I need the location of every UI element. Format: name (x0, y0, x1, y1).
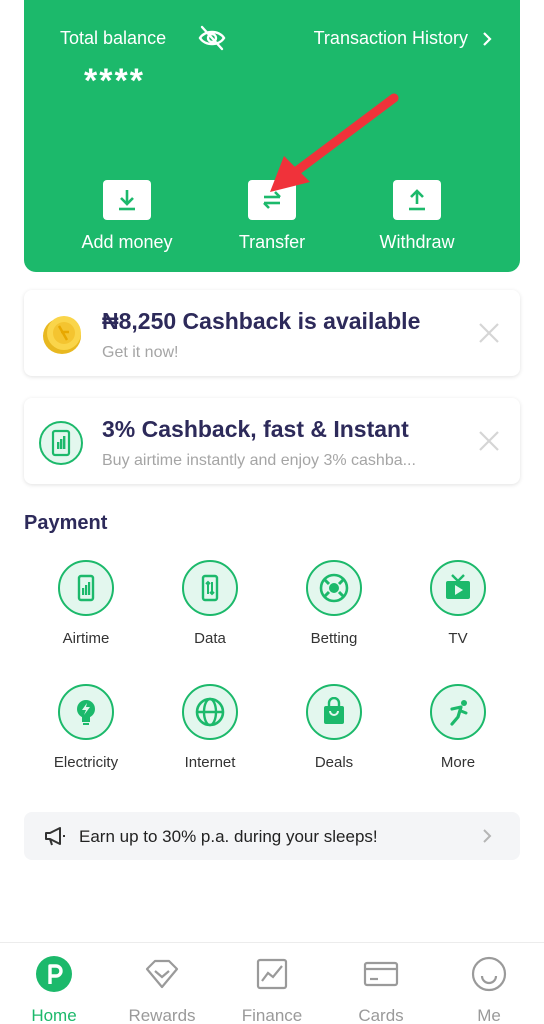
payment-item-label: Electricity (53, 754, 119, 771)
earn-interest-banner[interactable]: Earn up to 30% p.a. during your sleeps! (24, 812, 520, 860)
payment-item-label: Data (194, 630, 226, 647)
more-icon (430, 684, 486, 740)
globe-icon (182, 684, 238, 740)
withdraw-label: Withdraw (379, 232, 455, 252)
bag-icon (306, 684, 362, 740)
nav-label: Home (31, 1006, 77, 1024)
transaction-history-label: Transaction History (313, 28, 468, 48)
finance-icon (256, 958, 288, 990)
transaction-history-link[interactable]: Transaction History (314, 28, 492, 49)
ball-icon (306, 560, 362, 616)
payment-item-label: Airtime (62, 630, 110, 647)
home-icon (36, 956, 72, 992)
promo-title: ₦8,250 Cashback is available (102, 308, 421, 334)
add-money-button[interactable]: Add money (57, 180, 197, 253)
earn-banner-text: Earn up to 30% p.a. during your sleeps! (79, 827, 378, 846)
chevron-right-icon (483, 829, 492, 843)
upload-icon (393, 180, 441, 220)
bulb-icon (58, 684, 114, 740)
withdraw-button[interactable]: Withdraw (347, 180, 487, 253)
download-icon (103, 180, 151, 220)
data-icon (182, 560, 238, 616)
payment-item-internet[interactable]: Internet (148, 684, 272, 771)
me-icon (471, 956, 507, 992)
payment-item-label: Internet (184, 754, 236, 771)
nav-label: Me (477, 1006, 501, 1024)
payment-item-label: Deals (314, 754, 354, 771)
transfer-label: Transfer (238, 232, 306, 252)
cashback-promo-card[interactable]: ₦8,250 Cashback is available Get it now! (24, 290, 520, 376)
payment-item-label: TV (448, 630, 468, 647)
total-balance-label: Total balance (60, 28, 167, 48)
close-icon[interactable] (478, 322, 500, 344)
phone-icon (58, 560, 114, 616)
eye-off-icon[interactable] (197, 24, 227, 52)
payment-item-deals[interactable]: Deals (272, 684, 396, 771)
megaphone-icon (45, 827, 65, 846)
promo-subtitle: Get it now! (102, 344, 179, 361)
add-money-label: Add money (81, 232, 173, 252)
nav-label: Cards (358, 1006, 404, 1024)
tv-icon (430, 560, 486, 616)
nav-label: Finance (241, 1006, 303, 1024)
close-icon[interactable] (478, 430, 500, 452)
bottom-nav: Home Rewards Finance Cards Me (0, 942, 544, 1024)
payment-item-label: Betting (310, 630, 358, 647)
payment-item-tv[interactable]: TV (396, 560, 520, 647)
coin-icon (43, 316, 81, 354)
rewards-icon (145, 959, 179, 989)
payment-item-airtime[interactable]: Airtime (24, 560, 148, 647)
balance-card: Total balance Transaction History **** A… (24, 0, 520, 272)
transfer-icon (248, 180, 296, 220)
nav-label: Rewards (128, 1006, 196, 1024)
nav-rewards[interactable]: Rewards (108, 955, 216, 1024)
balance-value: **** (84, 62, 145, 100)
nav-finance[interactable]: Finance (218, 955, 326, 1024)
phone-icon (39, 421, 83, 465)
nav-cards[interactable]: Cards (327, 955, 435, 1024)
nav-home[interactable]: Home (0, 955, 108, 1024)
payment-item-electricity[interactable]: Electricity (24, 684, 148, 771)
chevron-right-icon (483, 31, 492, 46)
payment-item-label: More (440, 754, 476, 771)
payment-section-title: Payment (24, 512, 108, 534)
airtime-promo-card[interactable]: 3% Cashback, fast & Instant Buy airtime … (24, 398, 520, 484)
payment-item-data[interactable]: Data (148, 560, 272, 647)
payment-item-more[interactable]: More (396, 684, 520, 771)
nav-me[interactable]: Me (435, 955, 543, 1024)
payment-item-betting[interactable]: Betting (272, 560, 396, 647)
cards-icon (363, 961, 399, 987)
promo-subtitle: Buy airtime instantly and enjoy 3% cashb… (102, 452, 416, 469)
transfer-button[interactable]: Transfer (202, 180, 342, 253)
promo-title: 3% Cashback, fast & Instant (102, 416, 409, 442)
